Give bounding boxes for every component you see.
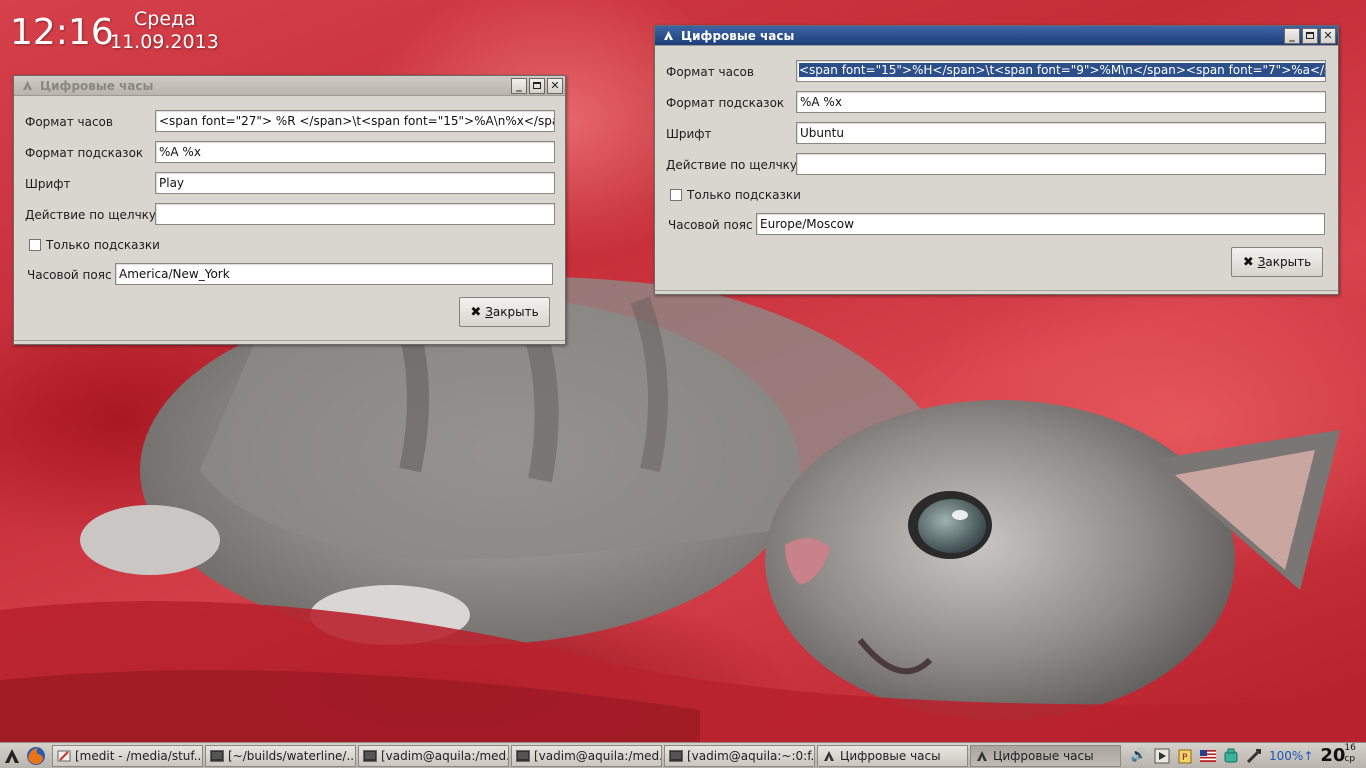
zoom-level[interactable]: 100%↑: [1269, 749, 1313, 763]
task-digital-clock-2[interactable]: Цифровые часы: [970, 744, 1121, 767]
task-file-manager[interactable]: [~/builds/waterline/...: [205, 744, 356, 767]
terminal-icon: [669, 749, 683, 762]
window-title: Цифровые часы: [40, 78, 154, 93]
system-tray: 🔊 P 100%↑ 20 16 ср: [1129, 743, 1360, 768]
tooltips-only-checkbox[interactable]: [29, 239, 41, 251]
close-dialog-button[interactable]: ✖ Закрыть: [1231, 247, 1323, 277]
task-label: Цифровые часы: [993, 748, 1094, 763]
label-time-format: Формат часов: [25, 115, 113, 129]
close-button-mnemonic: З: [485, 305, 493, 319]
maximize-icon: [1306, 32, 1314, 39]
label-tooltip-format: Формат подсказок: [666, 96, 785, 110]
maximize-button[interactable]: [529, 77, 545, 94]
maximize-button[interactable]: [1302, 27, 1318, 44]
desktop-clock-time: 12:16: [10, 12, 114, 53]
desktop-clock-day: Среда: [134, 8, 196, 30]
battery-icon[interactable]: [1244, 746, 1264, 766]
terminal-icon: [363, 749, 377, 762]
task-terminal-1[interactable]: [vadim@aquila:/med...: [358, 744, 509, 767]
label-timezone: Часовой пояс: [668, 218, 753, 232]
zoom-arrow: ↑: [1303, 748, 1314, 763]
window-footer: [14, 340, 565, 344]
click-action-input[interactable]: [796, 153, 1326, 175]
firefox-icon: [27, 746, 45, 765]
font-input[interactable]: Ubuntu: [796, 122, 1326, 144]
app-menu-icon: [5, 748, 19, 763]
close-button-label: акрыть: [492, 305, 539, 319]
zoom-value: 100%: [1269, 748, 1304, 763]
network-icon[interactable]: [1221, 746, 1241, 766]
close-dialog-button[interactable]: ✖ Закрыть: [459, 297, 550, 327]
digital-clock-settings-window-right: Цифровые часы _ ✕ Формат часов <span fon…: [654, 25, 1339, 295]
app-logo-icon: [661, 29, 675, 43]
time-format-input[interactable]: <span font="15">%H</span>\t<span font="9…: [796, 60, 1326, 82]
minimize-icon: _: [516, 79, 522, 92]
click-action-input[interactable]: [155, 203, 555, 225]
task-label: [vadim@aquila:~:0:f...: [687, 748, 815, 763]
label-tooltips-only[interactable]: Только подсказки: [46, 238, 160, 252]
font-input[interactable]: Play: [155, 172, 555, 194]
terminal-icon: [210, 749, 224, 762]
keyboard-layout-us-flag-icon[interactable]: [1198, 746, 1218, 766]
tooltip-format-input[interactable]: %A %x: [155, 141, 555, 163]
clipboard-icon[interactable]: P: [1175, 746, 1195, 766]
task-label: [vadim@aquila:/med...: [534, 748, 662, 763]
close-x-icon: ✖: [1242, 254, 1254, 270]
window-title: Цифровые часы: [681, 28, 795, 43]
label-click-action: Действие по щелчку: [25, 208, 157, 222]
time-format-selected-text: <span font="15">%H</span>\t<span font="9…: [799, 63, 1325, 77]
task-label: [~/builds/waterline/...: [228, 748, 356, 763]
window-titlebar[interactable]: Цифровые часы _ ✕: [655, 26, 1338, 46]
task-terminal-2[interactable]: [vadim@aquila:/med...: [511, 744, 662, 767]
close-window-button[interactable]: ✕: [547, 77, 563, 94]
label-font: Шрифт: [666, 127, 712, 141]
media-player-icon[interactable]: [1152, 746, 1172, 766]
tray-clock-hour: 20: [1320, 745, 1346, 766]
task-terminal-3[interactable]: [vadim@aquila:~:0:f...: [664, 744, 815, 767]
maximize-icon: [533, 82, 541, 89]
window-footer: [655, 290, 1338, 294]
task-label: [medit - /media/stuf...: [75, 748, 203, 763]
close-icon: ✕: [1323, 29, 1333, 42]
app-logo-icon: [824, 750, 834, 761]
desktop-clock-date: 11.09.2013: [110, 31, 219, 53]
label-tooltip-format: Формат подсказок: [25, 146, 144, 160]
tooltip-format-input[interactable]: %A %x: [796, 91, 1326, 113]
time-format-input[interactable]: <span font="27"> %R </span>\t<span font=…: [155, 110, 555, 132]
close-button-mnemonic: З: [1257, 255, 1266, 269]
close-icon: ✕: [550, 79, 560, 92]
close-x-icon: ✖: [470, 304, 482, 320]
task-label: [vadim@aquila:/med...: [381, 748, 509, 763]
timezone-input[interactable]: Europe/Moscow: [756, 213, 1325, 235]
close-button-label: акрыть: [1265, 255, 1312, 269]
app-logo-icon: [977, 750, 987, 761]
app-logo-icon: [20, 79, 34, 93]
label-font: Шрифт: [25, 177, 71, 191]
minimize-icon: _: [1289, 29, 1295, 42]
task-medit[interactable]: [medit - /media/stuf...: [52, 744, 203, 767]
tray-clock[interactable]: 20 16 ср: [1320, 743, 1360, 766]
tray-clock-day: ср: [1344, 754, 1356, 764]
label-timezone: Часовой пояс: [27, 268, 112, 282]
minimize-button[interactable]: _: [511, 77, 527, 94]
taskbar: [medit - /media/stuf... [~/builds/waterl…: [0, 742, 1366, 768]
digital-clock-settings-window-left: Цифровые часы _ ✕ Формат часов <span fon…: [13, 75, 566, 345]
label-time-format: Формат часов: [666, 65, 754, 79]
volume-icon[interactable]: 🔊: [1129, 746, 1149, 766]
label-tooltips-only[interactable]: Только подсказки: [687, 188, 801, 202]
tray-clock-minute: 16: [1344, 743, 1356, 753]
editor-icon: [57, 750, 71, 761]
task-label: Цифровые часы: [840, 748, 941, 763]
window-titlebar[interactable]: Цифровые часы _ ✕: [14, 76, 565, 96]
start-menu-button[interactable]: [0, 744, 24, 768]
close-window-button[interactable]: ✕: [1320, 27, 1336, 44]
svg-text:P: P: [1182, 753, 1188, 763]
task-digital-clock-1[interactable]: Цифровые часы: [817, 744, 968, 767]
terminal-icon: [516, 749, 530, 762]
label-click-action: Действие по щелчку: [666, 158, 798, 172]
tooltips-only-checkbox[interactable]: [670, 189, 682, 201]
timezone-input[interactable]: America/New_York: [115, 263, 553, 285]
firefox-launcher[interactable]: [24, 744, 48, 768]
minimize-button[interactable]: _: [1284, 27, 1300, 44]
